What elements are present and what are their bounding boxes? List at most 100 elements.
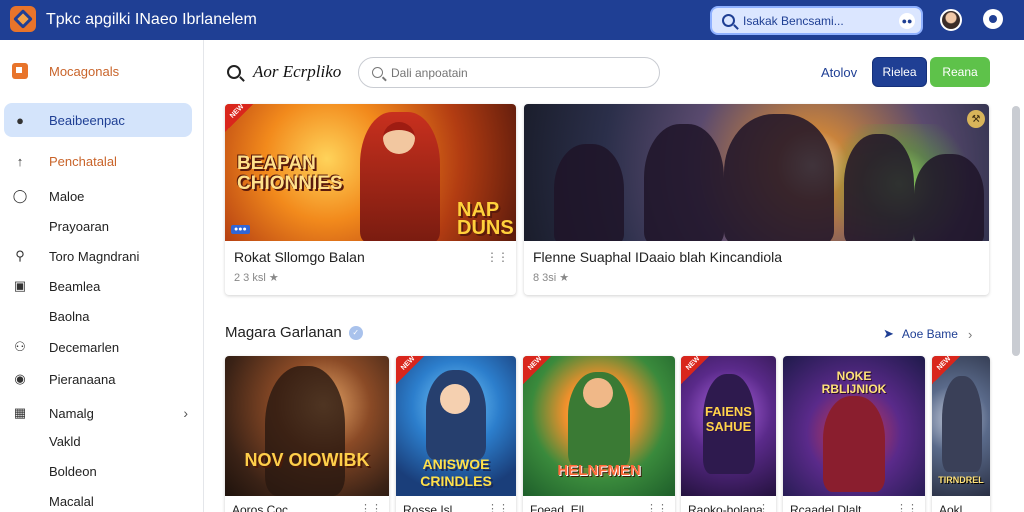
sidebar-item-label: Vakld [49, 433, 81, 449]
sidebar-item-label: Beamlea [49, 278, 101, 294]
circle-icon: ◉ [14, 371, 26, 386]
chevron-right-icon[interactable]: › [183, 405, 188, 421]
section-title: Magara Garlanan ✓ [225, 324, 363, 341]
game-artwork: NEW FAIENS SAHUE [681, 356, 776, 496]
game-title: Rosse Isl [403, 503, 453, 512]
sidebar-item-label: Penchatalal [49, 153, 117, 169]
new-ribbon: NEW [523, 356, 551, 384]
sidebar-item-vakld[interactable]: Vakld [0, 426, 204, 456]
more-options-icon[interactable]: ⋮⋮ [360, 502, 382, 512]
artwork-subtitle: NAP DUNS [457, 199, 514, 239]
sidebar-item-label: Pieranaana [49, 371, 116, 387]
featured-meta: 2 3 ksl ★ [234, 272, 279, 284]
game-tile[interactable]: NEW ANISWOE CRINDLES Rosse Isl ⋮⋮ [396, 356, 516, 512]
game-tile[interactable]: NOV OIOWIBK Aoros Coc ⋮⋮ [225, 356, 389, 512]
featured-card[interactable]: NEW BEAPAN CHIONNIES NAP DUNS ●●● Rokat … [225, 104, 516, 295]
game-tile[interactable]: NEW HELNFMEN Foead. Ell ⋮⋮ [523, 356, 675, 512]
vertical-scrollbar[interactable] [1012, 106, 1020, 356]
verified-icon: ✓ [348, 325, 363, 340]
sidebar-item-pieranaana[interactable]: ◉ Pieranaana [0, 364, 204, 394]
game-title: Rcaadel Dlalt [790, 503, 862, 512]
artwork-badge: ●●● [231, 225, 250, 234]
game-tile[interactable]: NOKE RBLIJNIOK Rcaadel Dlalt ⋮⋮ [783, 356, 925, 512]
game-artwork: NEW TIRNDREL [932, 356, 990, 496]
new-ribbon: NEW [932, 356, 960, 384]
new-ribbon: NEW [396, 356, 424, 384]
game-title: Aoros Coc [232, 503, 289, 512]
more-options-icon[interactable]: ⋮⋮ [896, 502, 918, 512]
sidebar-item-macalal[interactable]: Macalal [0, 486, 204, 512]
new-ribbon: NEW [225, 104, 253, 132]
search-icon [722, 14, 735, 27]
more-options-icon[interactable]: ⋮⋮ [487, 502, 509, 512]
building-icon: ▦ [13, 405, 27, 420]
top-bar: Tpkc apgilki INaeo Ibrlanelem Isakak Ben… [0, 0, 1024, 40]
app-logo-icon[interactable] [10, 6, 36, 32]
brand-icon [12, 63, 28, 79]
game-artwork: NOV OIOWIBK [225, 356, 389, 496]
sidebar-item-label: Namalg [49, 405, 94, 421]
top-search-placeholder: Isakak Bencsami... [743, 13, 844, 28]
sidebar-item-label: Beaibeenpac [49, 112, 125, 128]
game-artwork: NOKE RBLIJNIOK [783, 356, 925, 496]
sidebar-item-boldeon[interactable]: Boldeon [0, 456, 204, 486]
main-search-input[interactable] [391, 65, 641, 80]
image-icon: ▣ [13, 278, 27, 293]
text-link-button[interactable]: Atolov [821, 65, 857, 80]
sidebar-item-maloe[interactable]: ◯ Maloe [0, 181, 204, 211]
game-title: Foead. Ell [530, 503, 585, 512]
sidebar-item-prayoaran[interactable]: Prayoaran [0, 211, 204, 241]
upload-icon: ↑ [16, 153, 24, 169]
app-title: Tpkc apgilki INaeo Ibrlanelem [46, 11, 257, 28]
more-options-icon[interactable]: ⋮⋮ [646, 502, 668, 512]
game-artwork: NEW ANISWOE CRINDLES [396, 356, 516, 496]
wrench-icon[interactable]: ⚒ [967, 110, 985, 128]
featured-artwork[interactable]: NEW BEAPAN CHIONNIES NAP DUNS ●●● [225, 104, 516, 241]
sidebar-item-beamlea[interactable]: ▣ Beamlea [0, 271, 204, 301]
featured-meta: 8 3si ★ [533, 272, 570, 284]
sidebar-item-baolna[interactable]: Baolna [0, 301, 204, 331]
sidebar-item-label: Decemarlen [49, 339, 120, 355]
featured-artwork[interactable]: ⚒ [524, 104, 989, 241]
page-title: Aor Ecrpliko [227, 62, 341, 82]
search-options-icon[interactable]: ●● [899, 13, 915, 29]
featured-card[interactable]: ⚒ Flenne Suaphal IDaaio blah Kincandiola… [524, 104, 989, 295]
search-icon [227, 65, 241, 79]
game-tile[interactable]: NEW FAIENS SAHUE Raoko-bolana ⋮ [681, 356, 776, 512]
sidebar-item-beaibeenpac[interactable]: ● Beaibeenpac [4, 103, 192, 137]
game-title: Aokl [939, 503, 963, 512]
search-icon [372, 67, 383, 78]
sidebar-item-label: Prayoaran [49, 218, 109, 234]
green-action-button[interactable]: Reana [930, 57, 990, 87]
send-icon: ➤ [883, 326, 894, 341]
sidebar-item-namalg[interactable]: ▦ Namalg › [0, 398, 204, 428]
new-ribbon: NEW [681, 356, 709, 384]
person-icon: ◯ [12, 188, 28, 203]
primary-button[interactable]: Rielea [872, 57, 927, 87]
artwork-title: BEAPAN CHIONNIES [237, 153, 343, 194]
sidebar-item-toro-magndrani[interactable]: ⚲ Toro Magndrani [0, 241, 204, 271]
more-options-icon[interactable]: ⋮ [758, 502, 769, 512]
sidebar-item-label: Baolna [49, 308, 90, 324]
sidebar-item-label: Toro Magndrani [49, 248, 140, 264]
game-tile[interactable]: NEW TIRNDREL Aokl [932, 356, 990, 512]
search-person-icon: ⚲ [15, 248, 25, 263]
user-avatar[interactable] [940, 9, 962, 31]
user-icon: ● [16, 112, 24, 128]
sidebar-item-mocagonals[interactable]: Mocagonals [0, 56, 204, 86]
sidebar: Mocagonals ● Beaibeenpac ↑ Penchatalal ◯… [0, 40, 204, 512]
chevron-right-icon: › [967, 326, 973, 342]
more-options-icon[interactable]: ⋮⋮ [486, 250, 509, 264]
sidebar-item-label: Maloe [49, 188, 85, 204]
sidebar-item-decemarlen[interactable]: ⚇ Decemarlen [0, 332, 204, 362]
sidebar-item-label: Macalal [49, 493, 94, 509]
see-all-link[interactable]: ➤ Aoe Bame › [883, 326, 972, 342]
sidebar-item-label: Boldeon [49, 463, 97, 479]
main-search-field[interactable] [358, 57, 660, 88]
featured-title: Rokat Sllomgo Balan [234, 249, 365, 265]
game-title: Raoko-bolana [688, 503, 763, 512]
sidebar-item-penchatalal[interactable]: ↑ Penchatalal [0, 146, 204, 176]
settings-gear-icon[interactable] [983, 9, 1003, 29]
group-icon: ⚇ [14, 339, 26, 354]
top-search-bar[interactable]: Isakak Bencsami... ●● [710, 6, 923, 35]
